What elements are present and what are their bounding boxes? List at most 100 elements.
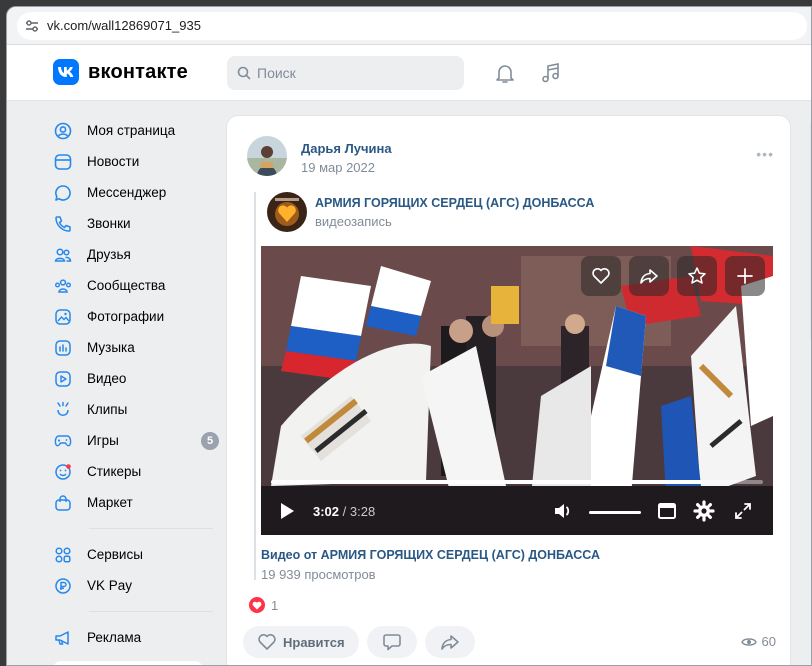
search-placeholder: Поиск — [257, 65, 296, 81]
sidebar-item-label: Маркет — [87, 495, 133, 510]
comment-icon — [382, 632, 402, 652]
sidebar-item-label: Сервисы — [87, 547, 143, 562]
sidebar-item-label: Реклама — [87, 630, 142, 645]
vkpay-icon — [53, 576, 73, 596]
video-share-button[interactable] — [629, 256, 669, 296]
communities-icon — [53, 276, 73, 296]
video-current-time: 3:02 — [313, 504, 340, 519]
sidebar-item-label: Сообщества — [87, 278, 166, 293]
sidebar-item-label: Мессенджер — [87, 185, 167, 200]
url-text: vk.com/wall12869071_935 — [47, 18, 201, 33]
sidebar-item-games[interactable]: Игры 5 — [53, 425, 219, 456]
sidebar-item-friends[interactable]: Друзья — [53, 239, 213, 270]
sidebar-item-label: Стикеры — [87, 464, 142, 479]
like-button[interactable]: Нравится — [243, 626, 359, 658]
heart-icon — [591, 267, 611, 285]
sidebar-item-label: Друзья — [87, 247, 131, 262]
share-button[interactable] — [424, 626, 475, 658]
post-views: 60 — [740, 634, 776, 649]
video-add-button[interactable] — [725, 256, 765, 296]
video-like-button[interactable] — [581, 256, 621, 296]
sidebar-item-calls[interactable]: Звонки — [53, 208, 213, 239]
sidebar-item-my-page[interactable]: Моя страница — [53, 115, 213, 146]
video-player[interactable]: 3:02 / 3:28 — [261, 246, 773, 535]
likes-count: 1 — [271, 597, 279, 613]
sidebar-footer-card — [53, 661, 203, 665]
sidebar-divider — [89, 611, 213, 612]
gamepad-icon — [53, 431, 73, 451]
repost-subtitle: видеозапись — [315, 214, 392, 229]
sidebar-item-ads[interactable]: Реклама — [53, 622, 213, 653]
bell-icon[interactable] — [493, 61, 517, 85]
video-duration: 3:28 — [349, 504, 376, 519]
post-actions: Нравится — [243, 626, 475, 658]
url-field[interactable]: vk.com/wall12869071_935 — [17, 11, 807, 40]
site-settings-icon[interactable] — [23, 17, 41, 35]
video-icon — [53, 369, 73, 389]
sticker-icon — [53, 462, 73, 482]
video-title-link[interactable]: Видео от АРМИЯ ГОРЯЩИХ СЕРДЕЦ (АГС) ДОНБ… — [261, 548, 600, 562]
vk-logo-icon — [53, 59, 79, 85]
photo-icon — [53, 307, 73, 327]
repost-group-name[interactable]: АРМИЯ ГОРЯЩИХ СЕРДЕЦ (АГС) ДОНБАССА — [315, 196, 594, 210]
sidebar-item-news[interactable]: Новости — [53, 146, 213, 177]
video-action-buttons — [581, 256, 765, 296]
browser-address-bar: vk.com/wall12869071_935 — [7, 7, 811, 45]
video-progress-bar[interactable] — [271, 480, 763, 484]
sidebar-item-video[interactable]: Видео — [53, 363, 213, 394]
user-circle-icon — [53, 121, 73, 141]
music-icon — [53, 338, 73, 358]
sidebar-item-music[interactable]: Музыка — [53, 332, 213, 363]
group-avatar[interactable] — [267, 192, 307, 232]
fullscreen-icon[interactable] — [733, 501, 753, 526]
sidebar-item-market[interactable]: Маркет — [53, 487, 213, 518]
share-icon — [440, 633, 460, 651]
sidebar-item-vkpay[interactable]: VK Pay — [53, 570, 213, 601]
sidebar-item-label: Моя страница — [87, 123, 176, 138]
search-input[interactable]: Поиск — [227, 56, 464, 90]
sidebar-item-messenger[interactable]: Мессенджер — [53, 177, 213, 208]
vk-logo[interactable]: вконтакте — [53, 59, 188, 85]
games-count-badge: 5 — [201, 432, 219, 450]
vk-header: вконтакте Поиск — [7, 45, 811, 101]
sidebar-item-label: Музыка — [87, 340, 135, 355]
sidebar-item-label: Клипы — [87, 402, 128, 417]
post-author-name[interactable]: Дарья Лучина — [301, 141, 392, 156]
sidebar-item-label: Звонки — [87, 216, 131, 231]
star-icon — [687, 266, 707, 286]
sidebar-item-communities[interactable]: Сообщества — [53, 270, 213, 301]
sidebar-item-clips[interactable]: Клипы — [53, 394, 213, 425]
sidebar-item-stickers[interactable]: Стикеры — [53, 456, 213, 487]
repost-border — [254, 192, 256, 580]
browser-window: vk.com/wall12869071_935 вконтакте Поиск … — [6, 6, 812, 666]
gear-icon[interactable] — [693, 500, 715, 527]
heart-outline-icon — [257, 633, 277, 651]
vk-logo-text: вконтакте — [88, 60, 188, 83]
video-views: 19 939 просмотров — [261, 567, 376, 582]
volume-icon[interactable] — [553, 501, 577, 526]
sidebar-divider — [89, 528, 213, 529]
comment-button[interactable] — [366, 626, 417, 658]
filled-heart-icon — [249, 597, 265, 613]
post-date[interactable]: 19 мар 2022 — [301, 160, 375, 175]
music-note-icon[interactable] — [539, 61, 563, 85]
sidebar-item-label: Игры — [87, 433, 119, 448]
volume-slider[interactable] — [589, 511, 641, 514]
sidebar-item-label: Видео — [87, 371, 127, 386]
sidebar-item-services[interactable]: Сервисы — [53, 539, 213, 570]
video-bookmark-button[interactable] — [677, 256, 717, 296]
wall-post: Дарья Лучина 19 мар 2022 ••• АРМИЯ ГОРЯЩ… — [226, 115, 791, 665]
sidebar-item-photos[interactable]: Фотографии — [53, 301, 213, 332]
play-icon[interactable] — [279, 502, 295, 525]
miniplayer-icon[interactable] — [657, 501, 677, 526]
sidebar-item-label: VK Pay — [87, 578, 133, 593]
market-icon — [53, 493, 73, 513]
author-avatar[interactable] — [247, 136, 287, 176]
sidebar-item-label: Новости — [87, 154, 140, 169]
likes-summary[interactable]: 1 — [249, 597, 278, 613]
video-controls: 3:02 / 3:28 — [261, 489, 773, 535]
post-more-menu-icon[interactable]: ••• — [756, 146, 774, 162]
left-sidebar: Моя страница Новости Мессенджер Звонки Д… — [53, 115, 219, 653]
services-icon — [53, 545, 73, 565]
video-progress-fill — [271, 480, 702, 484]
